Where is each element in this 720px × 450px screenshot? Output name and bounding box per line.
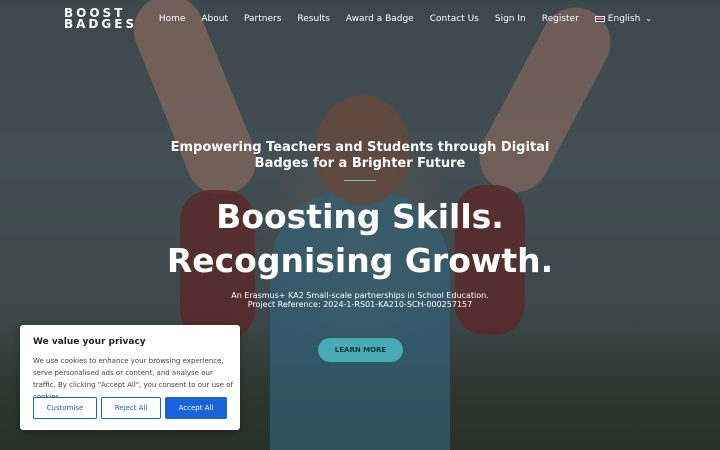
hero-subtext: An Erasmus+ KA2 Small-scale partnerships… <box>160 291 560 309</box>
logo-line-2: BADGES <box>64 17 138 31</box>
hero-divider <box>344 180 376 181</box>
top-navigation: BOOST BADGES Home About Partners Results… <box>0 0 720 40</box>
hero-tagline: Empowering Teachers and Students through… <box>170 140 550 171</box>
hero-headline-line-1: Boosting Skills. <box>216 197 504 236</box>
hero-subtext-line-2: Project Reference: 2024-1-RS01-KA210-SCH… <box>247 300 473 309</box>
accept-all-button[interactable]: Accept All <box>165 397 227 419</box>
uk-flag-icon <box>594 16 605 22</box>
nav-sign-in[interactable]: Sign In <box>495 12 526 26</box>
nav-contact-us[interactable]: Contact Us <box>430 12 479 26</box>
hero-headline-line-2: Recognising Growth. <box>166 241 554 280</box>
nav-results[interactable]: Results <box>297 12 330 26</box>
hero-subtext-line-1: An Erasmus+ KA2 Small-scale partnerships… <box>231 291 489 300</box>
nav-award-a-badge[interactable]: Award a Badge <box>346 12 414 26</box>
chevron-down-icon: ⌄ <box>645 14 652 23</box>
hero-headline: Boosting Skills. Recognising Growth. <box>100 195 620 283</box>
language-label: English <box>607 14 641 24</box>
cookie-consent-banner: We value your privacy We use cookies to … <box>20 325 240 430</box>
cookie-banner-text: We use cookies to enhance your browsing … <box>33 357 233 401</box>
learn-more-button[interactable]: LEARN MORE <box>318 338 403 362</box>
site-logo[interactable]: BOOST BADGES <box>64 7 138 31</box>
customise-button[interactable]: Customise <box>33 397 97 419</box>
reject-all-button[interactable]: Reject All <box>101 397 161 419</box>
language-selector[interactable]: English ⌄ <box>594 12 652 26</box>
nav-about[interactable]: About <box>201 12 228 26</box>
cookie-banner-title: We value your privacy <box>33 337 146 347</box>
nav-home[interactable]: Home <box>159 12 186 26</box>
main-menu: Home About Partners Results Award a Badg… <box>143 12 652 26</box>
nav-register[interactable]: Register <box>542 12 579 26</box>
nav-partners[interactable]: Partners <box>244 12 281 26</box>
